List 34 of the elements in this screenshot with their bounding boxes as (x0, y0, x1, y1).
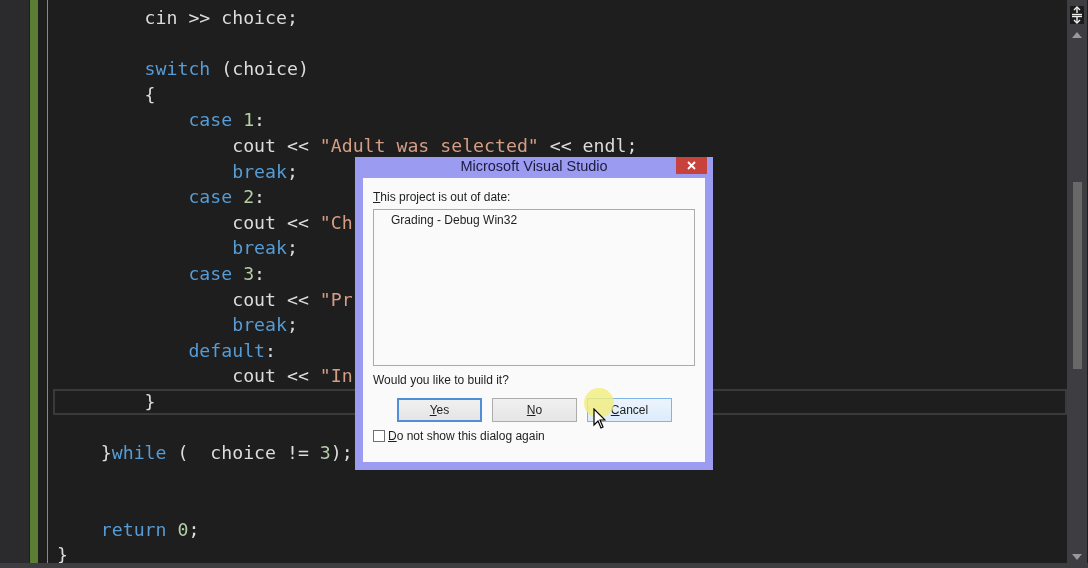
code-line: { (143, 83, 156, 105)
dialog-title: Microsoft Visual Studio (460, 158, 608, 174)
code-line: break; (231, 314, 298, 336)
code-line: case 1: (187, 109, 266, 131)
code-line: break; (231, 237, 298, 259)
mouse-cursor-icon (593, 408, 606, 429)
code-line: cout << "Adult was selected" << endl; (231, 134, 638, 156)
checkbox-label[interactable]: Do not show this dialog again (388, 429, 545, 443)
dialog-button[interactable]: Yes (397, 398, 482, 422)
code-line: } (57, 544, 68, 566)
code-line: cout << "Ch (231, 211, 353, 233)
project-list[interactable]: Grading - Debug Win32 (373, 209, 695, 366)
code-line: return 0; (99, 518, 200, 540)
code-line: }while ( choice != 3); (99, 442, 353, 464)
code-line: default: (187, 339, 276, 361)
question-label: Would you like to build it? (373, 372, 510, 389)
project-item[interactable]: Grading - Debug Win32 (391, 213, 518, 227)
dialog-button[interactable]: No (492, 398, 577, 422)
scroll-down-icon[interactable] (1072, 554, 1082, 560)
scroll-up-icon[interactable] (1072, 32, 1082, 38)
code-line: } (143, 390, 156, 412)
splitter-icon[interactable] (1070, 6, 1084, 24)
message-label: This project is out of date: (373, 189, 512, 206)
code-line: cin >> choice; (143, 7, 298, 28)
close-icon (687, 161, 696, 170)
checkbox[interactable] (373, 430, 385, 442)
code-line: cout << "In (231, 365, 353, 387)
code-line: break; (231, 160, 298, 182)
code-line: case 3: (187, 262, 266, 284)
code-line: cout << "Pr (231, 288, 353, 310)
scrollbar-thumb[interactable] (1072, 182, 1082, 369)
code-line: switch (choice) (143, 58, 309, 80)
close-button[interactable] (676, 157, 707, 174)
code-line: case 2: (187, 186, 266, 208)
